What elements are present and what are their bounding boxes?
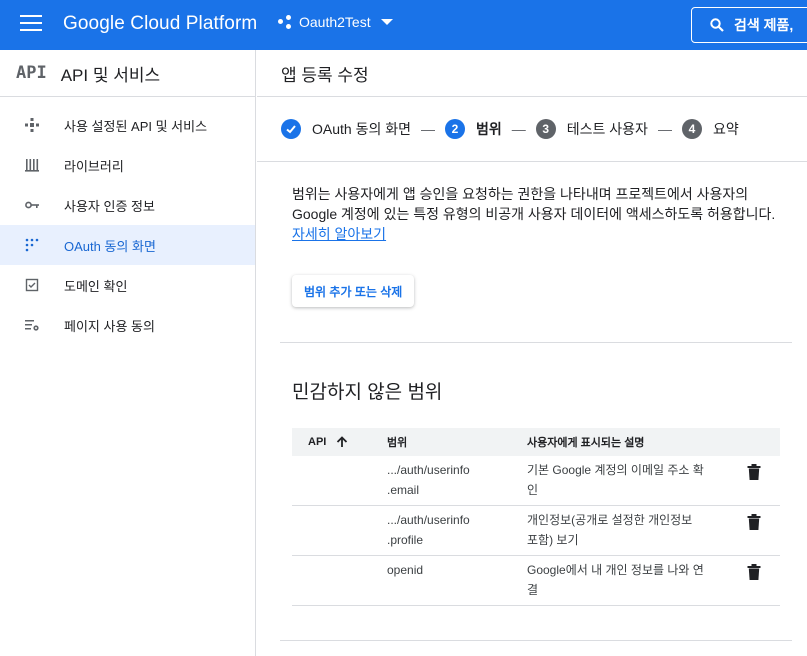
sidebar-title: API 및 서비스 (60, 65, 161, 85)
trash-icon[interactable] (747, 514, 761, 530)
cell-description: 개인정보(공개로 설정한 개인정보 포함) 보기 (527, 506, 727, 555)
diamond-arrows-icon (24, 117, 40, 133)
cell-actions (727, 556, 780, 605)
step-summary[interactable]: 4 요약 (681, 119, 739, 139)
scopes-description: 범위는 사용자에게 앱 승인을 요청하는 권한을 나타내며 프로젝트에서 사용자… (292, 184, 807, 244)
cell-text: .email (387, 483, 420, 497)
top-app-bar: Google Cloud Platform Oauth2Test 검색 제품, (0, 0, 807, 50)
cell-text: Google에서 내 개인 정보를 나와 연 (527, 563, 704, 577)
cell-text: 개인정보(공개로 설정한 개인정보 (527, 513, 693, 527)
step-label: 범위 (476, 121, 502, 137)
cell-text: .../auth/userinfo (387, 463, 470, 477)
sidebar-item-credentials[interactable]: 사용자 인증 정보 (0, 185, 255, 225)
trash-icon[interactable] (747, 564, 761, 580)
table-header: API 범위 사용자에게 표시되는 설명 (292, 428, 780, 456)
sidebar-item-label: 페이지 사용 동의 (64, 318, 155, 334)
column-header-label: API (308, 436, 327, 448)
step-separator: — (421, 121, 435, 137)
step-test-users[interactable]: 3 테스트 사용자 (535, 119, 648, 139)
step-number: 3 (535, 119, 556, 139)
table-row: openid Google에서 내 개인 정보를 나와 연 결 (292, 556, 780, 606)
search-icon (710, 18, 724, 32)
cell-text: 결 (527, 583, 539, 597)
step-oauth-consent[interactable]: OAuth 동의 화면 (281, 119, 411, 139)
library-icon (24, 157, 40, 173)
step-separator: — (511, 121, 526, 137)
main-content: 앱 등록 수정 OAuth 동의 화면 — 2 범위 — 3 테스트 사용자 —… (257, 50, 807, 656)
step-label: OAuth 동의 화면 (312, 121, 411, 137)
api-logo: API (16, 63, 47, 83)
list-settings-icon (24, 317, 40, 333)
description-line: 범위는 사용자에게 앱 승인을 요청하는 권한을 나타내며 프로젝트에서 사용자… (292, 186, 749, 202)
project-hub-icon (278, 15, 292, 29)
cell-text: .profile (387, 533, 424, 547)
sidebar-item-label: 사용자 인증 정보 (64, 198, 155, 214)
column-header-scope: 범위 (387, 437, 408, 449)
key-icon (24, 197, 40, 213)
section-title: 민감하지 않은 범위 (292, 382, 443, 403)
cell-description: Google에서 내 개인 정보를 나와 연 결 (527, 556, 727, 605)
search-box[interactable]: 검색 제품, (691, 7, 807, 43)
dots-grid-icon (24, 237, 40, 253)
sidebar-item-enabled-apis[interactable]: 사용 설정된 API 및 서비스 (0, 105, 255, 145)
sidebar: API API 및 서비스 사용 설정된 API 및 서비스 라이브러리 사용자… (0, 50, 256, 656)
sidebar-item-oauth-consent[interactable]: OAuth 동의 화면 (0, 225, 255, 265)
sidebar-item-label: 도메인 확인 (64, 278, 128, 294)
cell-api (292, 506, 387, 555)
column-header-api[interactable]: API (292, 436, 387, 448)
search-placeholder: 검색 제품, (734, 17, 794, 33)
sidebar-header: API API 및 서비스 (0, 50, 255, 97)
cell-text: 기본 Google 계정의 이메일 주소 확 (527, 463, 704, 477)
checkbox-icon (24, 277, 40, 293)
chevron-down-icon (380, 19, 393, 25)
cell-text: .../auth/userinfo (387, 513, 470, 527)
sidebar-item-page-consent[interactable]: 페이지 사용 동의 (0, 305, 255, 345)
cell-scope: .../auth/userinfo .profile (387, 506, 527, 555)
cell-scope: openid (387, 556, 527, 605)
cell-api (292, 556, 387, 605)
sidebar-item-label: OAuth 동의 화면 (64, 238, 156, 254)
stepper: OAuth 동의 화면 — 2 범위 — 3 테스트 사용자 — 4 요약 (257, 97, 807, 162)
divider (280, 342, 792, 343)
add-remove-scopes-button[interactable]: 범위 추가 또는 삭제 (292, 275, 415, 307)
check-circle-icon (281, 119, 301, 139)
scopes-table: API 범위 사용자에게 표시되는 설명 .../auth/userinfo .… (292, 428, 780, 606)
trash-icon[interactable] (747, 464, 761, 480)
sidebar-item-domain-verification[interactable]: 도메인 확인 (0, 265, 255, 305)
step-scopes[interactable]: 2 범위 (445, 119, 502, 139)
divider (280, 640, 792, 641)
learn-more-link[interactable]: 자세히 알아보기 (292, 226, 386, 242)
cell-text: 포함) 보기 (527, 533, 579, 547)
sidebar-item-label: 라이브러리 (64, 158, 124, 174)
cell-scope: .../auth/userinfo .email (387, 456, 527, 505)
sidebar-item-label: 사용 설정된 API 및 서비스 (64, 118, 208, 134)
cell-actions (727, 456, 780, 505)
arrow-up-icon (337, 436, 348, 447)
project-name: Oauth2Test (299, 14, 371, 30)
step-label: 요약 (712, 121, 739, 137)
table-row: .../auth/userinfo .email 기본 Google 계정의 이… (292, 456, 780, 506)
cell-text: openid (387, 563, 424, 577)
sidebar-item-library[interactable]: 라이브러리 (0, 145, 255, 185)
step-number: 4 (681, 119, 702, 139)
column-header-description: 사용자에게 표시되는 설명 (527, 437, 645, 449)
step-number: 2 (445, 119, 465, 139)
description-line: Google 계정에 있는 특정 유형의 비공개 사용자 데이터에 액세스하도록… (292, 206, 776, 222)
step-separator: — (657, 121, 672, 137)
cell-text: 인 (527, 483, 539, 497)
cell-description: 기본 Google 계정의 이메일 주소 확 인 (527, 456, 727, 505)
hamburger-menu-icon[interactable] (18, 15, 44, 35)
cell-api (292, 456, 387, 505)
page-title: 앱 등록 수정 (257, 50, 807, 97)
step-label: 테스트 사용자 (566, 121, 648, 137)
brand-title[interactable]: Google Cloud Platform (63, 13, 257, 35)
cell-actions (727, 506, 780, 555)
project-selector[interactable]: Oauth2Test (278, 14, 393, 30)
table-row: .../auth/userinfo .profile 개인정보(공개로 설정한 … (292, 506, 780, 556)
